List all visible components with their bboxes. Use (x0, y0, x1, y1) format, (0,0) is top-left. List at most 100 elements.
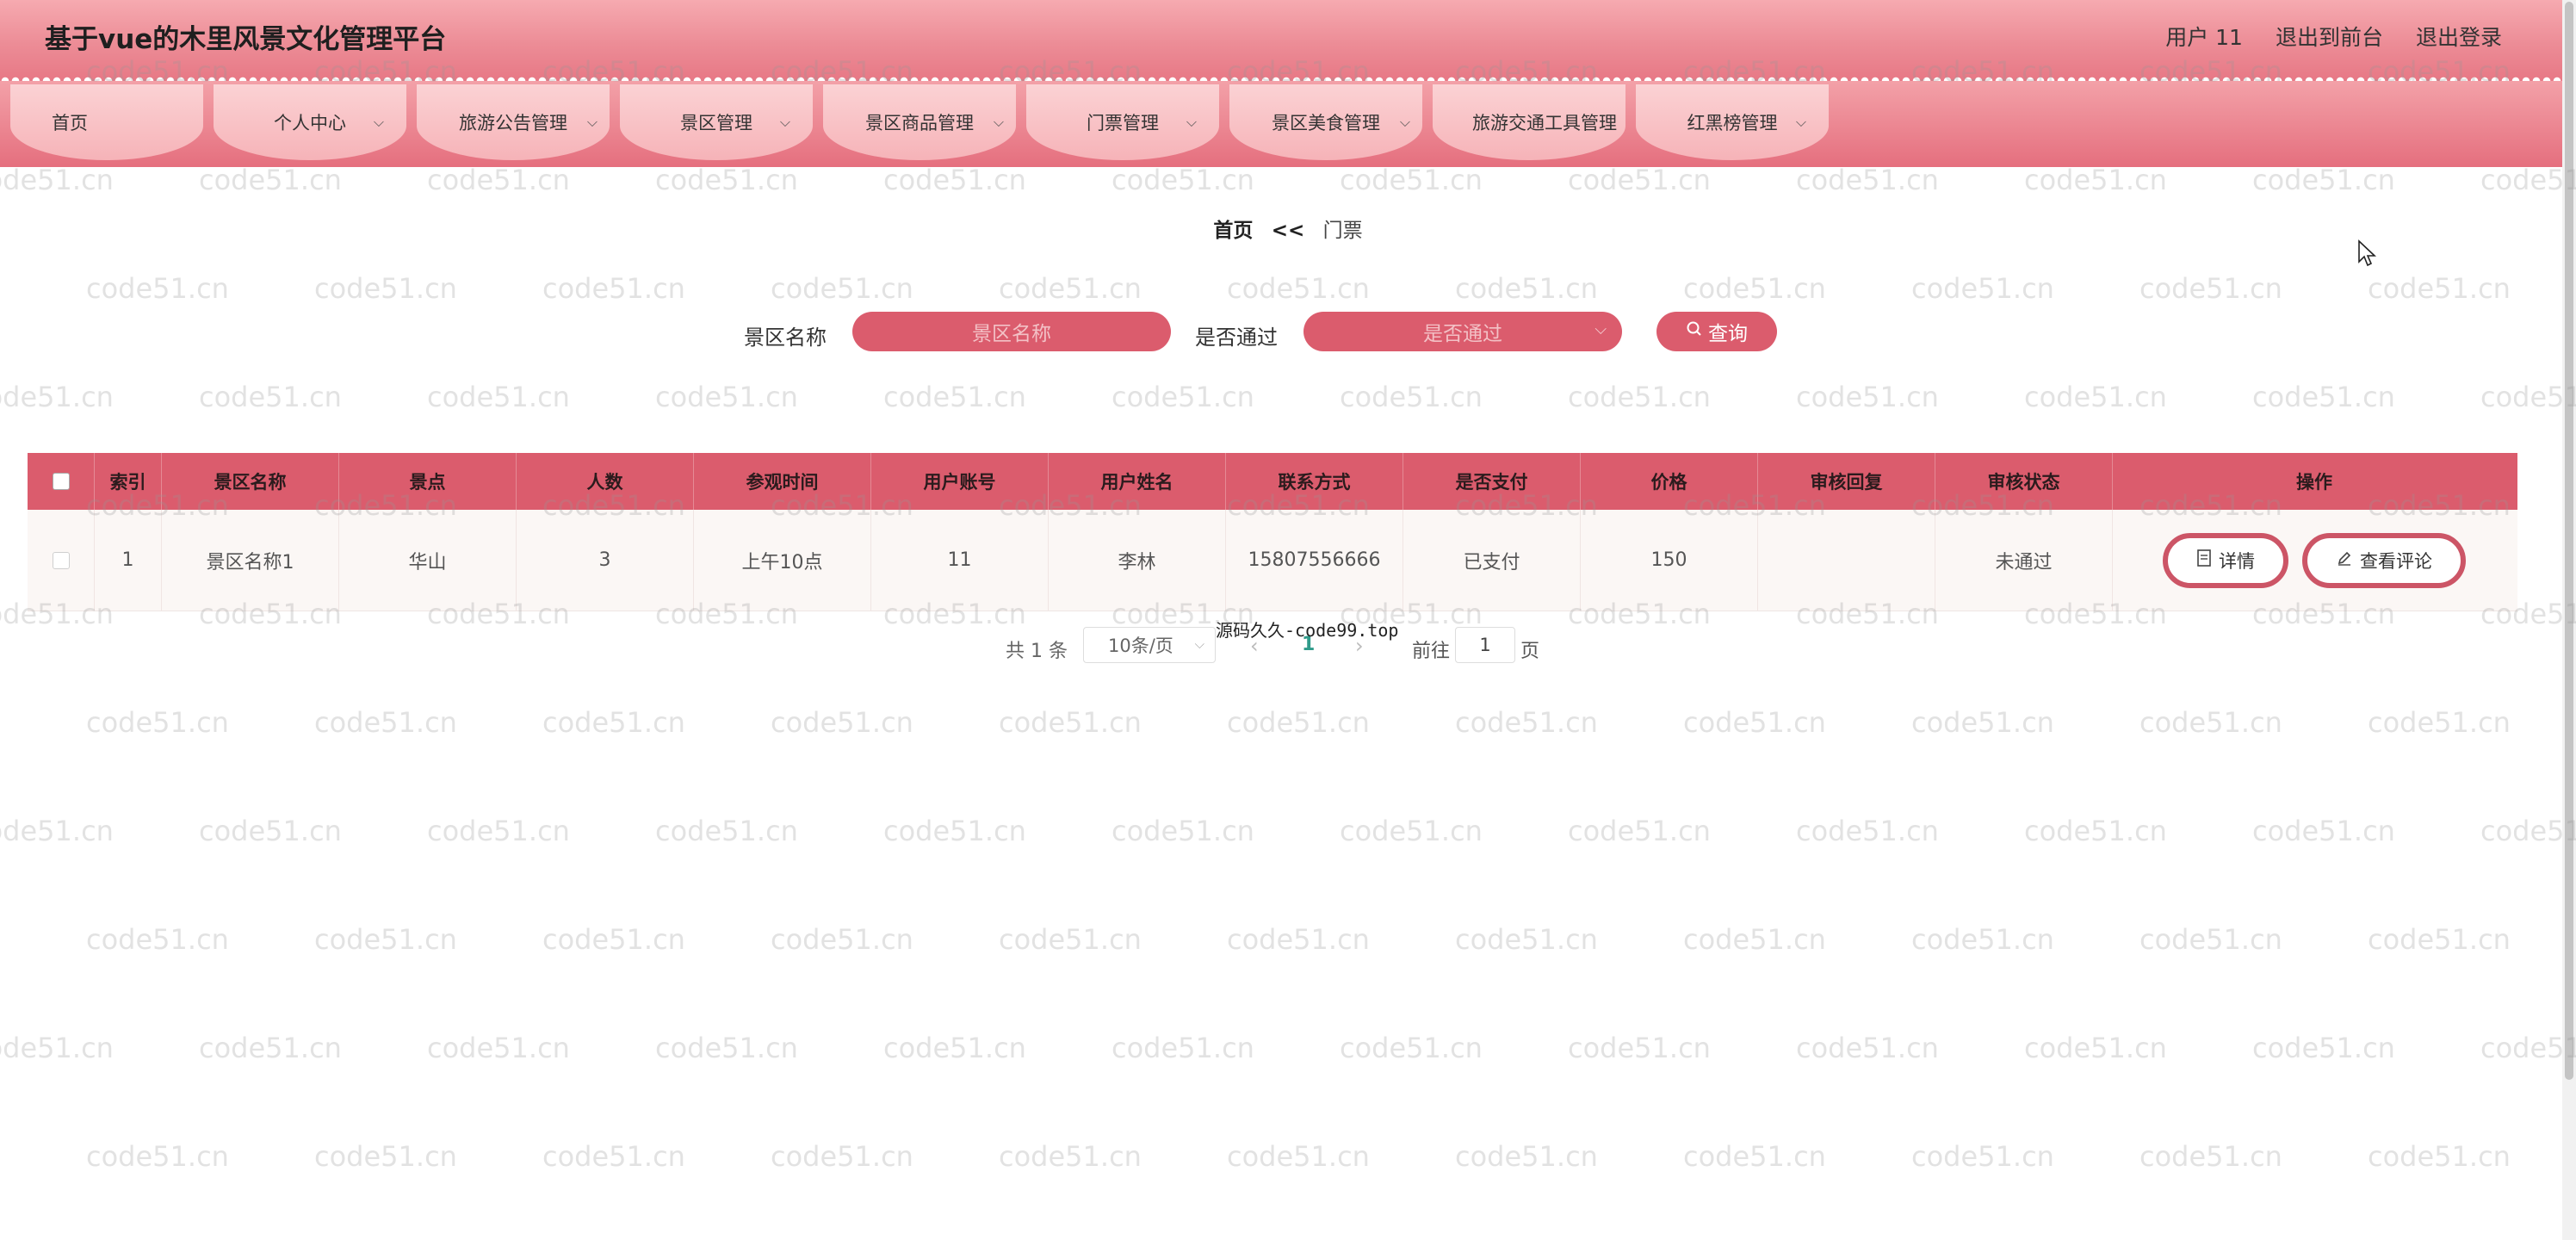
watermark-text: code51.cn (655, 815, 798, 847)
watermark-text: code51.cn (1568, 815, 1711, 847)
watermark-text: code51.cn (199, 1032, 342, 1064)
nav-item-scenic-food[interactable]: 景区美食管理 ⌵ (1229, 84, 1422, 160)
chevron-down-icon: ⌵ (373, 114, 384, 130)
watermark-text: code51.cn (2139, 1140, 2282, 1173)
column-header: 景区名称 (162, 453, 339, 510)
page-size-select[interactable]: 10条/页 ⌵ (1083, 627, 1216, 663)
nav-item-transport[interactable]: 旅游交通工具管理 (1433, 84, 1625, 160)
watermark-text: code51.cn (1796, 164, 1939, 196)
watermark-text: code51.cn (1568, 1032, 1711, 1064)
watermark-text: code51.cn (1683, 272, 1826, 305)
watermark-text: code51.cn (199, 815, 342, 847)
cell-spot: 华山 (339, 510, 517, 611)
nav-item-tickets[interactable]: 门票管理 ⌵ (1026, 84, 1219, 160)
watermark-text: code51.cn (999, 706, 1142, 739)
table-row: 1 景区名称1 华山 3 上午10点 11 李林 15807556666 已支付… (28, 510, 2517, 611)
goto-page-input[interactable]: 1 (1455, 627, 1515, 663)
tickets-table: 索引 景区名称 景点 人数 参观时间 用户账号 用户姓名 联系方式 是否支付 价… (28, 453, 2517, 611)
column-header: 价格 (1581, 453, 1758, 510)
watermark-text: code51.cn (771, 272, 913, 305)
watermark-text: code51.cn (1455, 923, 1598, 956)
goto-label: 前往 (1412, 641, 1451, 662)
column-header: 景点 (339, 453, 517, 510)
watermark-text: code51.cn (1911, 923, 2054, 956)
app-title: 基于vue的木里风景文化管理平台 (45, 24, 447, 55)
watermark-text: code51.cn (542, 272, 685, 305)
watermark-text: code51.cn (2252, 381, 2395, 413)
watermark-text: code51.cn (86, 923, 229, 956)
watermark-text: code51.cn (1455, 706, 1598, 739)
watermark-text: code51.cn (1683, 706, 1826, 739)
watermark-text: code51.cn (2024, 164, 2167, 196)
main-nav: 首页 个人中心 ⌵ 旅游公告管理 ⌵ 景区管理 ⌵ 景区商品管理 ⌵ 门票管理 … (0, 81, 2562, 167)
details-button[interactable]: 详情 (2163, 532, 2288, 588)
select-all-checkbox[interactable] (52, 473, 70, 490)
watermark-text: code51.cn (2368, 706, 2511, 739)
search-bar: 景区名称 景区名称 是否通过 是否通过 ⌵ 查询 (0, 312, 2576, 353)
search-icon (1686, 320, 1703, 343)
nav-item-scenic-goods[interactable]: 景区商品管理 ⌵ (823, 84, 1016, 160)
pagination-total: 共 1 条 (1006, 641, 1068, 662)
column-header: 索引 (95, 453, 162, 510)
watermark-text: code51.cn (999, 272, 1142, 305)
watermark-text: code51.cn (2368, 1140, 2511, 1173)
cell-user-name: 李林 (1049, 510, 1226, 611)
column-header: 参观时间 (694, 453, 871, 510)
cell-paid: 已支付 (1403, 510, 1581, 611)
nav-item-tour-notice[interactable]: 旅游公告管理 ⌵ (417, 84, 610, 160)
watermark-text: code51.cn (1112, 164, 1254, 196)
watermark-text: code51.cn (2024, 1032, 2167, 1064)
cell-review-status: 未通过 (1935, 510, 2113, 611)
row-checkbox[interactable] (52, 551, 70, 569)
nav-item-label: 景区管理 (680, 113, 752, 133)
watermark-text: code51.cn (542, 706, 685, 739)
nav-item-label: 个人中心 (274, 113, 346, 133)
vertical-scrollbar[interactable] (2562, 0, 2576, 1240)
passed-select[interactable]: 是否通过 ⌵ (1303, 312, 1622, 351)
watermark-text: code51.cn (1796, 1032, 1939, 1064)
nav-item-red-black-list[interactable]: 红黑榜管理 ⌵ (1636, 84, 1829, 160)
details-button-label: 详情 (2219, 550, 2255, 572)
nav-item-home[interactable]: 首页 (10, 84, 203, 160)
table-header: 索引 景区名称 景点 人数 参观时间 用户账号 用户姓名 联系方式 是否支付 价… (28, 453, 2517, 510)
nav-item-scenic[interactable]: 景区管理 ⌵ (620, 84, 813, 160)
watermark-text: code51.cn (1227, 923, 1370, 956)
breadcrumb-current: 门票 (1322, 220, 1363, 242)
nav-item-label: 景区商品管理 (865, 113, 974, 133)
breadcrumb-home[interactable]: 首页 (1213, 220, 1253, 242)
watermark-text: code51.cn (314, 272, 457, 305)
cell-visit-time: 上午10点 (694, 510, 871, 611)
watermark-text: code51.cn (1227, 272, 1370, 305)
header-user-links: 用户 11 退出到前台 退出登录 (2165, 21, 2502, 52)
breadcrumb-separator: << (1271, 220, 1305, 242)
chevron-down-icon: ⌵ (1399, 114, 1410, 130)
goto-page-value: 1 (1479, 635, 1491, 655)
watermark-text: code51.cn (1911, 272, 2054, 305)
watermark-text: code51.cn (999, 923, 1142, 956)
scrollbar-thumb[interactable] (2565, 2, 2573, 1080)
watermark-text: code51.cn (883, 381, 1026, 413)
scenic-name-input[interactable]: 景区名称 (852, 312, 1171, 351)
query-button[interactable]: 查询 (1656, 312, 1777, 351)
watermark-text: code51.cn (2139, 923, 2282, 956)
watermark-text: code51.cn (199, 381, 342, 413)
nav-item-personal-center[interactable]: 个人中心 ⌵ (214, 84, 406, 160)
watermark-text: code51.cn (1340, 815, 1483, 847)
watermark-text: code51.cn (2368, 272, 2511, 305)
watermark-text: code51.cn (1227, 1140, 1370, 1173)
nav-item-label: 门票管理 (1087, 113, 1159, 133)
watermark-text: code51.cn (314, 923, 457, 956)
watermark-text: code51.cn (427, 1032, 570, 1064)
chevron-down-icon: ⌵ (1186, 114, 1197, 130)
column-header: 人数 (517, 453, 694, 510)
watermark-text: code51.cn (771, 706, 913, 739)
cell-index: 1 (95, 510, 162, 611)
back-to-front-link[interactable]: 退出到前台 (2276, 21, 2383, 52)
watermark-text: code51.cn (1112, 1032, 1254, 1064)
nav-item-label: 旅游公告管理 (459, 113, 567, 133)
chevron-down-icon: ⌵ (993, 114, 1004, 130)
logout-link[interactable]: 退出登录 (2416, 21, 2502, 52)
watermark-text: code51.cn (427, 815, 570, 847)
view-comments-button[interactable]: 查看评论 (2302, 532, 2466, 588)
watermark-text: code51.cn (86, 1140, 229, 1173)
